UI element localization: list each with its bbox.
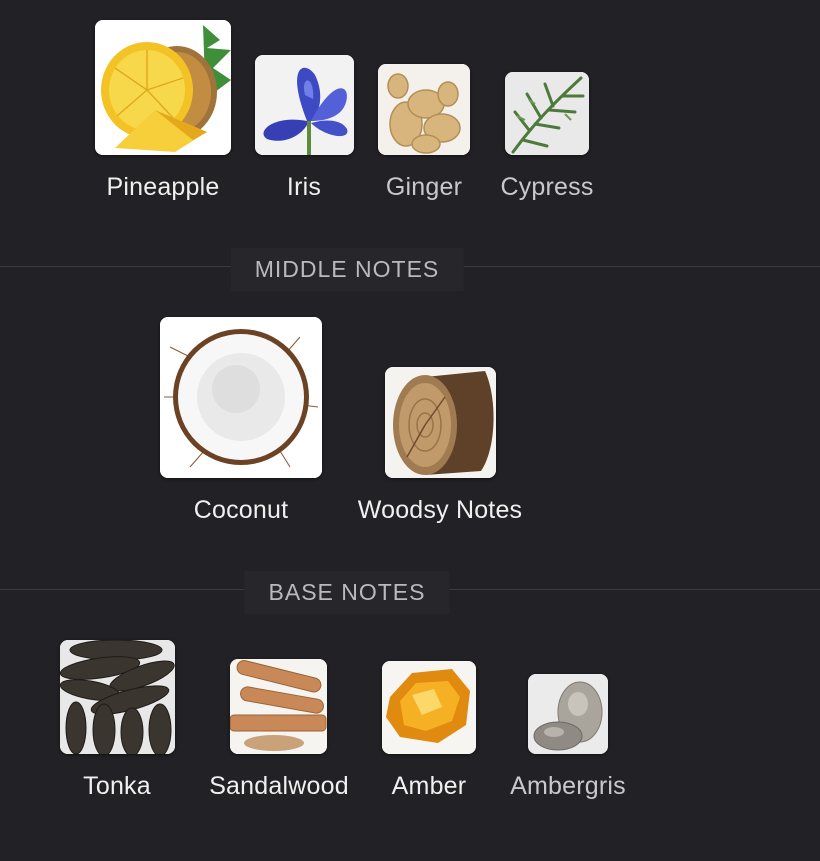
iris-flower-image[interactable] bbox=[255, 55, 354, 155]
note-label-ambergris: Ambergris bbox=[510, 772, 626, 800]
ambergris-stones-image[interactable] bbox=[528, 674, 608, 754]
section-title-base-notes: BASE NOTES bbox=[244, 571, 450, 614]
coconut-image[interactable] bbox=[160, 317, 322, 478]
wood-log-image[interactable] bbox=[385, 367, 496, 478]
note-label-amber: Amber bbox=[391, 772, 467, 800]
cypress-branch-image[interactable] bbox=[505, 72, 589, 155]
note-label-pineapple: Pineapple bbox=[106, 173, 220, 201]
note-label-cypress: Cypress bbox=[500, 173, 594, 201]
note-label-ginger: Ginger bbox=[385, 173, 463, 201]
section-title-middle-notes: MIDDLE NOTES bbox=[230, 248, 464, 291]
amber-resin-image[interactable] bbox=[382, 661, 476, 754]
note-label-coconut: Coconut bbox=[193, 496, 289, 524]
sandalwood-sticks-image[interactable] bbox=[230, 659, 327, 754]
tonka-bean-image[interactable] bbox=[60, 640, 175, 754]
note-label-iris: Iris bbox=[286, 173, 322, 201]
note-label-woodsy-notes: Woodsy Notes bbox=[357, 496, 523, 524]
note-label-tonka: Tonka bbox=[83, 772, 151, 800]
note-label-sandalwood: Sandalwood bbox=[209, 772, 349, 800]
pineapple-image[interactable] bbox=[95, 20, 231, 155]
ginger-root-image[interactable] bbox=[378, 64, 470, 155]
